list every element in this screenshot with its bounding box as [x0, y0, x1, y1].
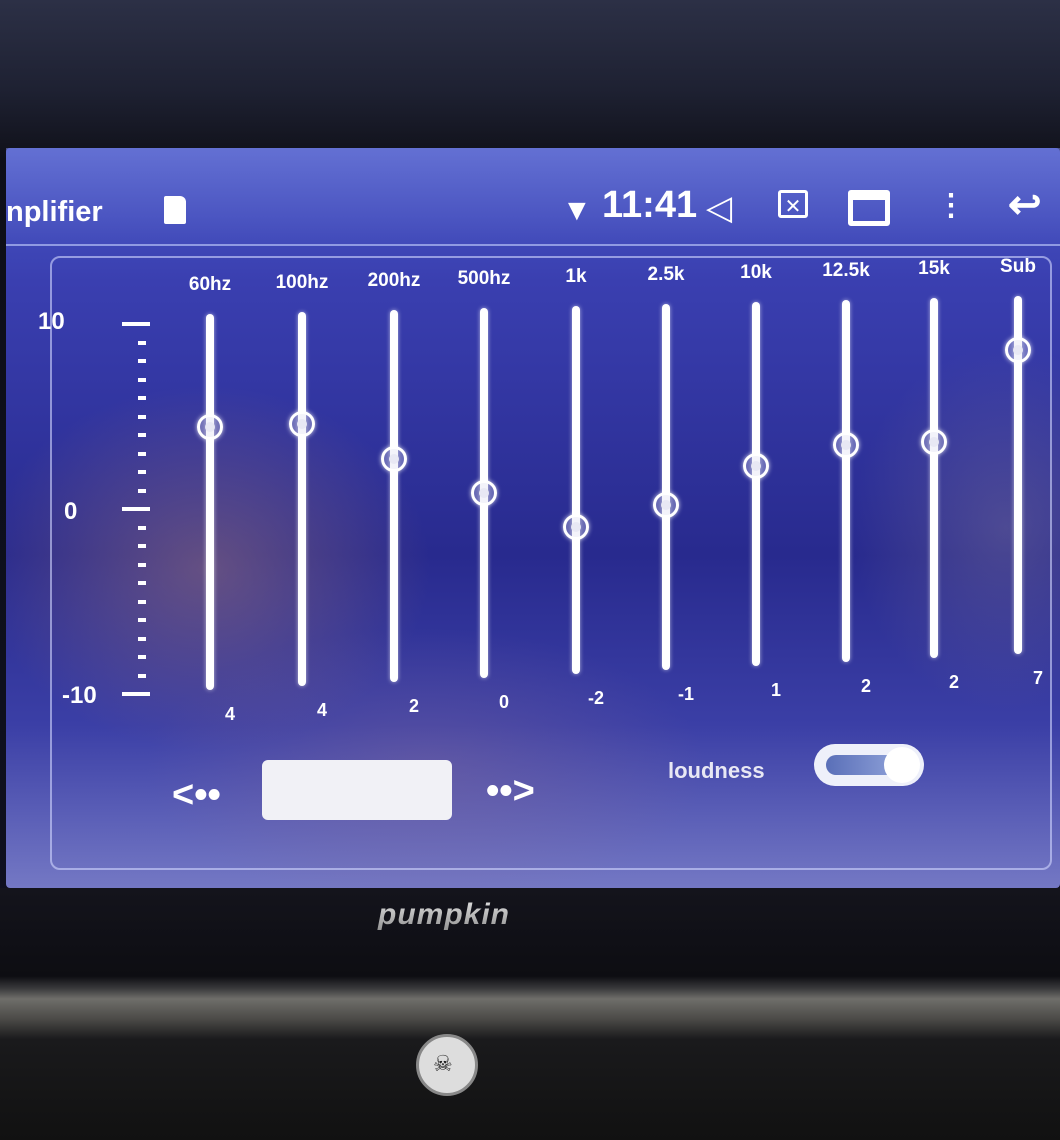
band-slider-track[interactable] — [206, 314, 214, 690]
band-slider-track[interactable] — [930, 298, 938, 658]
next-preset-button[interactable]: ••> — [486, 770, 535, 813]
skull-icon: ☠ — [433, 1051, 453, 1076]
scale-tick — [138, 451, 146, 456]
scale-tick — [138, 340, 146, 345]
band-label: 100hz — [275, 272, 329, 293]
skull-sticker: ☠ — [416, 1034, 478, 1096]
status-bar: nplifier ▼ 11:41 ◁ ✕ ⋮ ↩ — [6, 148, 1060, 244]
band-slider-knob[interactable] — [381, 445, 407, 472]
band-label: 1k — [565, 266, 587, 287]
toggle-knob — [884, 747, 920, 783]
band-slider-knob[interactable] — [289, 411, 315, 438]
band-slider-track[interactable] — [752, 302, 760, 666]
band-label: 500hz — [457, 268, 511, 289]
band-slider-knob[interactable] — [563, 513, 589, 540]
band-value: 4 — [224, 704, 236, 724]
wifi-icon: ▼ — [562, 194, 592, 227]
scale-tick — [138, 618, 146, 622]
device-bottom-bezel — [0, 888, 1060, 1140]
clock: 11:41 — [602, 184, 698, 226]
brand-logo: pumpkin — [372, 896, 516, 934]
band-slider-track[interactable] — [662, 304, 670, 670]
scale-min-label: -10 — [62, 682, 97, 709]
band-value: 2 — [948, 672, 960, 692]
band-label: Sub — [1000, 256, 1036, 277]
scale-tick — [122, 322, 150, 326]
band-value: 4 — [316, 700, 328, 720]
band-label: 12.5k — [822, 260, 870, 281]
back-icon[interactable]: ↩ — [1008, 182, 1042, 228]
scale-tick — [138, 544, 146, 548]
scale-tick — [138, 470, 146, 474]
band-slider-knob[interactable] — [197, 413, 223, 440]
loudness-toggle[interactable] — [814, 744, 924, 786]
band-value: -2 — [587, 688, 605, 708]
band-value: 2 — [408, 696, 420, 716]
scale-tick — [138, 673, 146, 678]
scale-tick — [138, 655, 146, 659]
window-icon[interactable] — [848, 190, 890, 226]
scale-tick — [138, 636, 146, 641]
status-divider — [6, 244, 1060, 246]
scale-max-label: 10 — [38, 308, 65, 335]
band-value: 0 — [498, 692, 510, 712]
band-value: 2 — [860, 676, 872, 696]
screenshot-icon[interactable]: ✕ — [778, 190, 808, 218]
scale-tick — [138, 488, 146, 493]
band-label: 15k — [918, 258, 950, 279]
band-slider-track[interactable] — [298, 312, 306, 686]
band-label: 2.5k — [647, 264, 685, 285]
band-value: 1 — [770, 680, 782, 700]
photo: nplifier ▼ 11:41 ◁ ✕ ⋮ ↩ 10 0 -10 60hz 4 1… — [0, 0, 1060, 1140]
scale-tick — [138, 525, 146, 530]
band-slider-knob[interactable] — [921, 429, 947, 455]
loudness-label: loudness — [668, 758, 765, 783]
sd-card-icon — [164, 196, 186, 224]
scale-tick — [122, 507, 150, 511]
app-title: nplifier — [6, 196, 103, 228]
band-slider-track[interactable] — [842, 300, 850, 662]
band-label: 60hz — [188, 274, 232, 295]
band-slider-knob[interactable] — [653, 492, 679, 519]
band-value: -1 — [677, 684, 695, 704]
scale-tick — [138, 581, 146, 585]
scale-tick — [138, 433, 146, 437]
scale-tick — [138, 599, 146, 604]
scale-mid-label: 0 — [64, 498, 78, 525]
volume-icon[interactable]: ◁ — [706, 188, 732, 228]
band-slider-track[interactable] — [390, 310, 398, 682]
band-slider-knob[interactable] — [1005, 336, 1031, 363]
band-value: 7 — [1032, 668, 1044, 688]
prev-preset-button[interactable]: <•• — [172, 774, 221, 817]
scale-tick — [138, 562, 146, 567]
preset-selector[interactable] — [262, 760, 452, 820]
scale-tick — [138, 377, 146, 382]
band-label: 10k — [740, 262, 772, 283]
band-slider-knob[interactable] — [833, 431, 859, 458]
scale-tick — [138, 359, 146, 363]
scale-tick — [138, 414, 146, 419]
band-label: 200hz — [367, 270, 421, 291]
more-menu-icon[interactable]: ⋮ — [936, 188, 966, 223]
band-slider-knob[interactable] — [471, 480, 497, 506]
band-slider-track[interactable] — [572, 306, 580, 674]
band-slider-knob[interactable] — [743, 452, 769, 479]
scale-tick — [138, 396, 146, 400]
scale-tick — [122, 692, 150, 696]
device-top-bezel — [0, 0, 1060, 150]
